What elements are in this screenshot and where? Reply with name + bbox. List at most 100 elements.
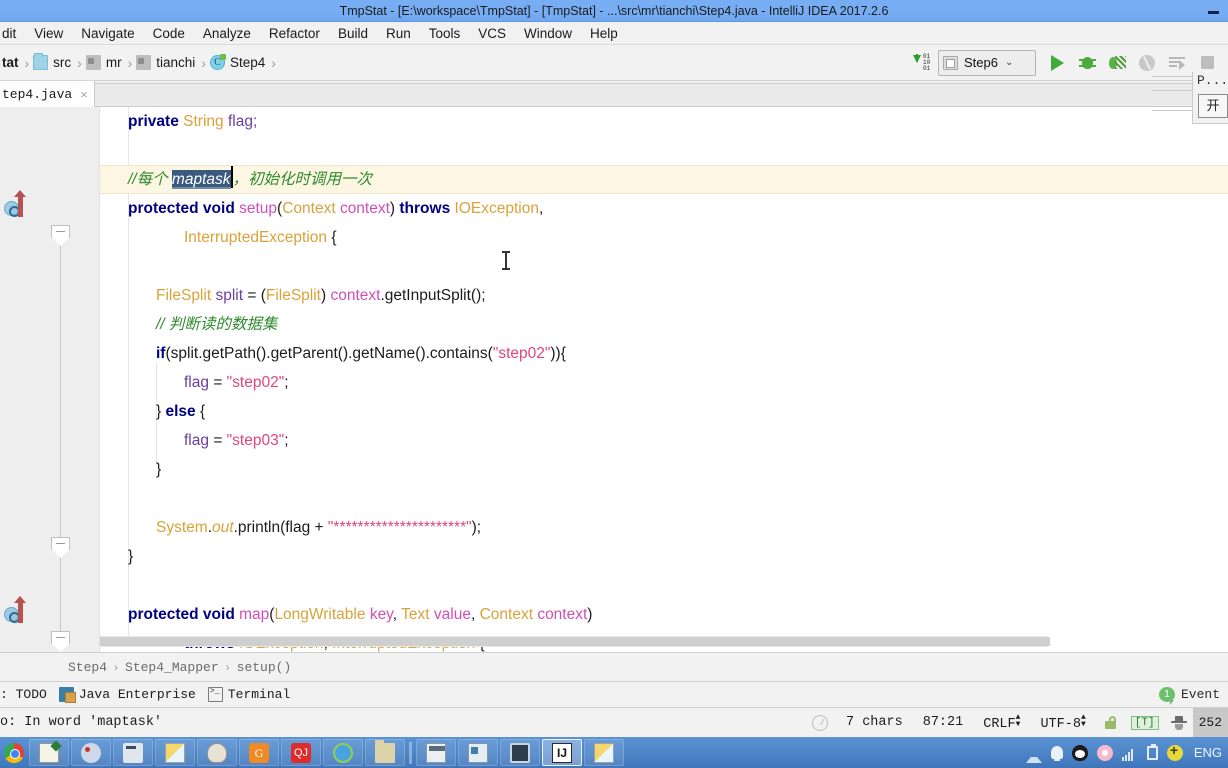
qq-icon[interactable] (1071, 744, 1088, 761)
menu-item-window[interactable]: Window (515, 22, 581, 45)
event-log-button[interactable]: 1 Event (1158, 687, 1228, 705)
taskbar-notepad[interactable] (29, 739, 69, 766)
taskbar-calculator[interactable] (416, 739, 456, 766)
read-write-lock-icon[interactable] (1104, 716, 1116, 729)
editor-gutter-markers[interactable] (0, 107, 44, 652)
line-close-setup[interactable]: } (100, 542, 133, 571)
compile-icon[interactable]: 01 10 01 (912, 53, 934, 72)
override-marker-setup[interactable] (4, 190, 34, 219)
toolwindow-java-enterprise[interactable]: Java Enterprise (58, 682, 208, 707)
menu-item-dit[interactable]: dit (0, 22, 25, 45)
editor-tab-step4[interactable]: tep4.java × (0, 81, 95, 107)
override-marker-map[interactable] (4, 596, 34, 625)
code-token: , (470, 606, 480, 623)
code-token: = (213, 374, 227, 391)
editor-breadcrumb-step4_mapper[interactable]: Step4_Mapper (125, 660, 219, 675)
show-hidden-icons[interactable] (1025, 747, 1042, 763)
editor-horizontal-scrollbar[interactable] (100, 636, 1050, 647)
code-editor[interactable]: private String flag; //每个 maptask ，初始化时调用一… (0, 107, 1228, 652)
right-panel-button[interactable]: 开 (1198, 94, 1228, 118)
taskbar-hat-app[interactable] (197, 739, 237, 766)
menu-item-vcs[interactable]: VCS (469, 22, 515, 45)
update-plus-icon[interactable] (1166, 742, 1183, 761)
line-if-contains[interactable]: if(split.getPath().getParent().getName()… (100, 339, 566, 368)
taskbar-palette[interactable] (71, 739, 111, 766)
chevron-down-icon[interactable]: ⌄ (1005, 57, 1013, 68)
line-else[interactable]: } else { (100, 397, 205, 426)
right-panel-title: P... (1197, 73, 1228, 88)
indent-badge[interactable]: [T] (1130, 715, 1159, 730)
breadcrumb-item-tianchi[interactable]: tianchi (134, 50, 199, 76)
breadcrumb-item-step4[interactable]: C Step4 (208, 50, 269, 76)
taskbar-explorer[interactable] (365, 739, 405, 766)
editor-line-number-gutter[interactable] (44, 107, 100, 652)
menu-item-build[interactable]: Build (329, 22, 377, 45)
taskbar-paint-2[interactable] (584, 739, 624, 766)
minimize-button[interactable] (1207, 7, 1220, 15)
menu-item-view[interactable]: View (25, 22, 72, 45)
background-tasks-icon[interactable] (812, 714, 828, 731)
run-button[interactable] (1042, 49, 1072, 77)
line-map-signature[interactable]: protected void map(LongWritable key, Tex… (100, 600, 592, 629)
attach-icon (1169, 56, 1185, 70)
file-encoding[interactable]: UTF-8▲ ▼ (1030, 713, 1095, 732)
menu-item-navigate[interactable]: Navigate (72, 22, 143, 45)
code-token: + (314, 519, 328, 536)
line-comment-dataset[interactable]: // 判断读的数据集 (100, 310, 277, 339)
editor-breadcrumb-step4[interactable]: Step4 (68, 660, 107, 675)
line-flag-step03[interactable]: flag = "step03"; (100, 426, 289, 455)
battery-icon[interactable] (1146, 743, 1158, 760)
line-comment-maptask[interactable]: //每个 maptask ，初始化时调用一次 (100, 165, 372, 194)
line-filesplit[interactable]: FileSplit split = (FileSplit) context.ge… (100, 281, 486, 310)
scrollbar-thumb[interactable] (100, 637, 1050, 646)
language-indicator[interactable]: ENG (1192, 745, 1222, 760)
line-setup-throws-cont[interactable]: InterruptedException { (100, 223, 337, 252)
menu-item-run[interactable]: Run (377, 22, 420, 45)
taskbar-contact-card[interactable] (458, 739, 498, 766)
fold-handle-map[interactable] (51, 631, 70, 652)
close-icon[interactable]: × (80, 87, 88, 102)
menu-item-tools[interactable]: Tools (420, 22, 470, 45)
breadcrumb-item-tat[interactable]: tat (0, 50, 23, 76)
line-sysout[interactable]: System.out.println(flag + "*************… (100, 513, 481, 542)
char-count: 7 chars (846, 715, 903, 730)
toolwindow-todo[interactable]: : TODO (0, 682, 59, 707)
right-side-panel[interactable]: P... 开 (1192, 72, 1228, 124)
attach-button[interactable] (1162, 49, 1192, 77)
run-coverage-button[interactable] (1102, 49, 1132, 77)
line-separator[interactable]: CRLF▲ ▼ (973, 713, 1030, 732)
taskbar-server[interactable] (113, 739, 153, 766)
run-configuration-selector[interactable]: Step6 ⌄ (938, 49, 1036, 76)
taskbar-chrome-icon[interactable] (0, 737, 28, 768)
profile-button[interactable] (1132, 49, 1162, 77)
taskbar-paint[interactable] (155, 739, 195, 766)
taskbar-browser[interactable] (323, 739, 363, 766)
menu-item-refactor[interactable]: Refactor (260, 22, 329, 45)
play-icon (1050, 54, 1064, 71)
breadcrumb-item-mr[interactable]: mr (84, 50, 126, 76)
taskbar-intellij-idea[interactable]: IJ (542, 739, 582, 766)
fold-handle-setup[interactable] (51, 225, 70, 246)
line-close-if[interactable]: } (100, 455, 161, 484)
taskbar-remote-desktop[interactable] (500, 739, 540, 766)
caret-position[interactable]: 87:21 (913, 715, 974, 730)
network-signal-icon[interactable] (1121, 745, 1138, 761)
breadcrumb-item-src[interactable]: src (31, 50, 75, 76)
line-flag-step02[interactable]: flag = "step02"; (100, 368, 289, 397)
code-text-area[interactable]: private String flag; //每个 maptask ，初始化时调用一… (100, 107, 1228, 652)
line-field-flag[interactable]: private String flag; (100, 107, 257, 136)
menu-item-help[interactable]: Help (581, 22, 627, 45)
taskbar-office-g[interactable]: G (239, 739, 279, 766)
taskbar-qq-app[interactable]: QJ (281, 739, 321, 766)
menu-item-analyze[interactable]: Analyze (194, 22, 260, 45)
menu-item-code[interactable]: Code (144, 22, 194, 45)
fold-handle-setup-end[interactable] (51, 537, 70, 558)
toolwindow-terminal[interactable]: Terminal (207, 682, 302, 707)
power-save-icon[interactable] (1170, 715, 1187, 731)
line-setup-signature[interactable]: protected void setup(Context context) th… (100, 194, 543, 223)
notification-bell-icon[interactable] (1050, 746, 1063, 761)
memory-indicator[interactable]: 252 (1192, 708, 1228, 737)
debug-button[interactable] (1072, 49, 1102, 77)
flower-icon[interactable] (1096, 744, 1113, 761)
editor-breadcrumb-setup[interactable]: setup() (237, 660, 292, 675)
